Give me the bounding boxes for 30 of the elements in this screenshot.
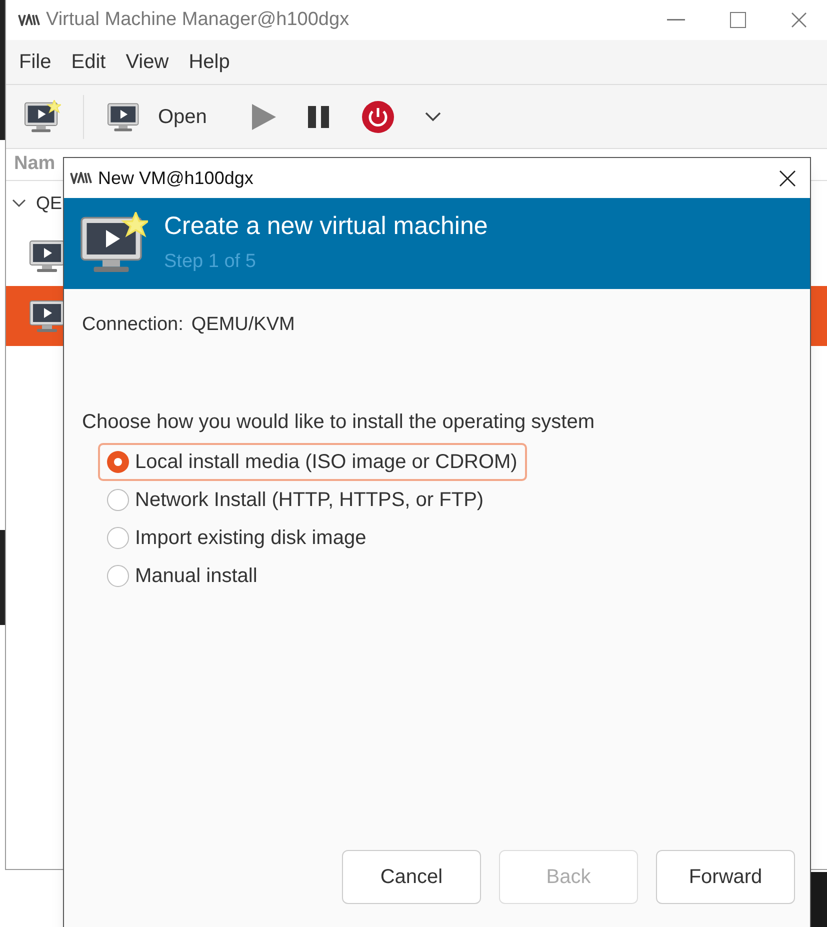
- expander-icon[interactable]: [12, 199, 26, 208]
- banner-subtitle: Step 1 of 5: [164, 250, 257, 274]
- minimize-icon[interactable]: [667, 19, 685, 21]
- menu-item[interactable]: File: [18, 47, 52, 77]
- radio-option[interactable]: Import existing disk image: [98, 518, 376, 556]
- install-prompt: Choose how you would like to install the operating system: [82, 410, 596, 434]
- open-button[interactable]: Open: [106, 100, 207, 132]
- power-icon[interactable]: [360, 100, 395, 134]
- radio-option[interactable]: Manual install: [98, 556, 268, 594]
- app-logo-icon: [18, 14, 40, 26]
- connection-label: Connection:: [82, 313, 184, 337]
- menu-item[interactable]: View: [124, 47, 170, 77]
- banner-title: Create a new virtual machine: [164, 210, 488, 242]
- connection-value: QEMU/KVM: [191, 313, 295, 337]
- app-logo-icon: [70, 172, 92, 184]
- window-title: Virtual Machine Manager@h100dgx: [46, 8, 350, 32]
- dialog-button[interactable]: Cancel: [342, 850, 481, 904]
- chevron-down-icon[interactable]: [424, 112, 441, 122]
- connection-group-label[interactable]: QE: [36, 190, 62, 217]
- maximize-icon[interactable]: [730, 12, 746, 28]
- play-icon[interactable]: [250, 102, 277, 130]
- radio-option[interactable]: Local install media (ISO image or CDROM): [98, 442, 528, 480]
- new-vm-icon: [23, 100, 61, 134]
- dialog-button[interactable]: Forward: [656, 850, 795, 904]
- dialog-title: New VM@h100dgx: [98, 166, 254, 190]
- menu-item[interactable]: Edit: [70, 47, 107, 77]
- menu-item[interactable]: Help: [188, 47, 231, 77]
- pause-icon[interactable]: [306, 104, 331, 128]
- radio-option[interactable]: Network Install (HTTP, HTTPS, or FTP): [98, 480, 494, 518]
- close-icon[interactable]: [779, 170, 796, 186]
